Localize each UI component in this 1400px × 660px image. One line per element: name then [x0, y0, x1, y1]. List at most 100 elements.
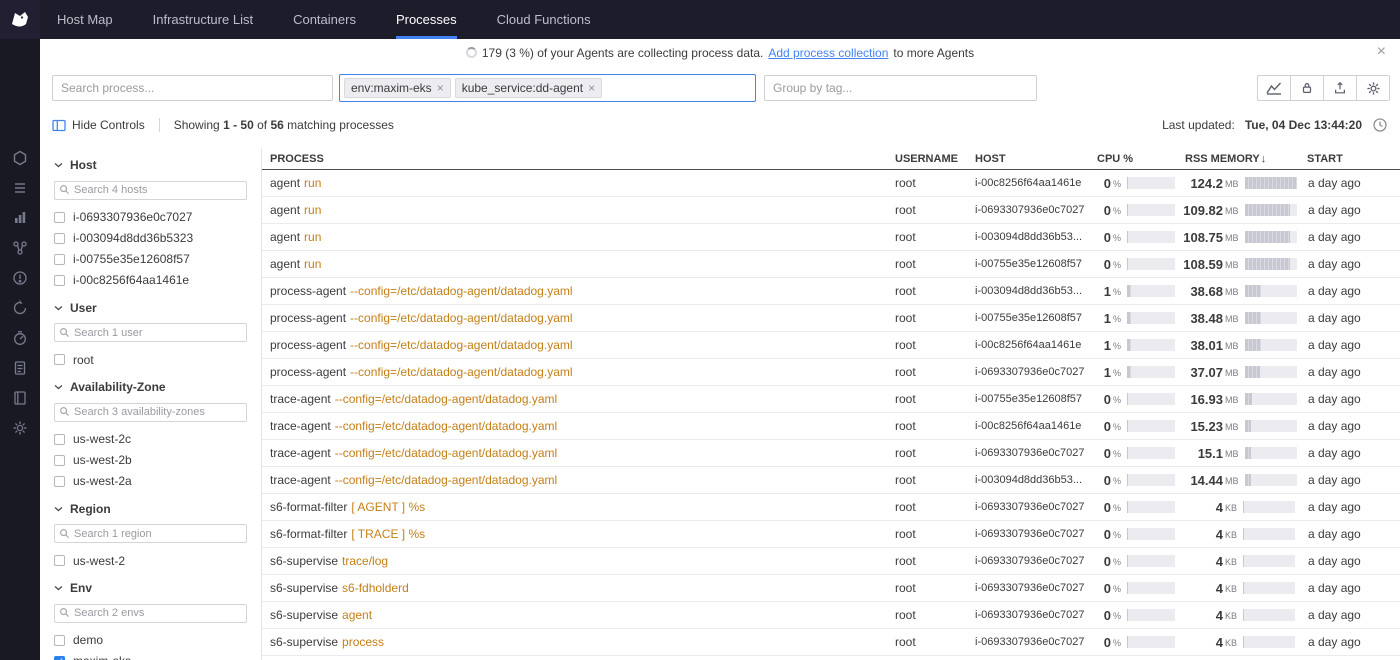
facet-search-input[interactable]: [54, 524, 247, 543]
facet-checkbox[interactable]: [54, 476, 65, 487]
column-header-start[interactable]: START: [1299, 153, 1400, 165]
column-header-host[interactable]: HOST: [967, 153, 1089, 165]
network-icon[interactable]: [12, 239, 29, 256]
facet-header[interactable]: Region: [54, 502, 247, 516]
facet-header[interactable]: User: [54, 301, 247, 315]
table-row[interactable]: s6-format-filter[ AGENT ] %s root i-0693…: [262, 494, 1400, 521]
rss-value: 15.1: [1177, 446, 1223, 461]
facet-item[interactable]: i-00c8256f64aa1461e: [54, 270, 247, 291]
table-row[interactable]: agentrun root i-0693307936e0c7027 0% 109…: [262, 197, 1400, 224]
table-row[interactable]: agentrun root i-003094d8dd36b53... 0% 10…: [262, 224, 1400, 251]
table-row[interactable]: trace-agent--config=/etc/datadog-agent/d…: [262, 440, 1400, 467]
facet-header[interactable]: Env: [54, 581, 247, 595]
hide-controls-button[interactable]: Hide Controls: [52, 118, 145, 132]
facet-checkbox[interactable]: [54, 233, 65, 244]
settings-button[interactable]: [1356, 75, 1390, 101]
column-header-cpu[interactable]: CPU %: [1089, 153, 1177, 165]
process-command: s6-format-filter: [270, 500, 347, 514]
facet-header[interactable]: Host: [54, 158, 247, 172]
facet-item-label: root: [73, 353, 94, 367]
table-row[interactable]: trace-agent--config=/etc/datadog-agent/d…: [262, 413, 1400, 440]
facet-search-input[interactable]: [54, 403, 247, 422]
facet-item[interactable]: i-003094d8dd36b5323: [54, 228, 247, 249]
monitors-icon[interactable]: [12, 269, 29, 286]
datadog-logo[interactable]: [0, 0, 40, 39]
facet-item[interactable]: us-west-2c: [54, 429, 247, 450]
table-row[interactable]: process-agent--config=/etc/datadog-agent…: [262, 278, 1400, 305]
cpu-bar-fill: [1127, 555, 1128, 567]
tab-host-map[interactable]: Host Map: [57, 0, 113, 39]
table-row[interactable]: trace-agent--config=/etc/datadog-agent/d…: [262, 386, 1400, 413]
remove-tag-icon[interactable]: ×: [437, 81, 444, 95]
process-cell: agentrun: [262, 257, 887, 271]
infrastructure-list-icon[interactable]: [12, 179, 29, 196]
facet-item[interactable]: demo: [54, 630, 247, 651]
username-cell: root: [887, 230, 967, 244]
column-header-process[interactable]: PROCESS: [262, 153, 887, 165]
facet-item[interactable]: i-00755e35e12608f57: [54, 249, 247, 270]
tab-infrastructure-list[interactable]: Infrastructure List: [153, 0, 253, 39]
table-row[interactable]: trace-agent--config=/etc/datadog-agent/d…: [262, 467, 1400, 494]
group-by-tag-input[interactable]: [764, 75, 1037, 101]
facet-item[interactable]: us-west-2: [54, 550, 247, 571]
facet-checkbox[interactable]: [54, 635, 65, 646]
table-row[interactable]: agentrun root i-00c8256f64aa1461e 0% 124…: [262, 170, 1400, 197]
metrics-icon[interactable]: [12, 209, 29, 226]
synthetics-icon[interactable]: [12, 299, 29, 316]
host-cell: i-0693307936e0c7027: [967, 528, 1089, 540]
facet-item[interactable]: maxim-eks: [54, 651, 247, 660]
facet-search-input[interactable]: [54, 181, 247, 200]
cpu-value: 0: [1097, 608, 1111, 623]
facet-checkbox[interactable]: [54, 656, 65, 660]
table-row[interactable]: agentrun root i-00755e35e12608f57 0% 108…: [262, 251, 1400, 278]
facet-checkbox[interactable]: [54, 254, 65, 265]
loading-spinner-icon: [466, 47, 477, 58]
timeseries-view-button[interactable]: [1257, 75, 1291, 101]
tag-pill[interactable]: kube_service:dd-agent ×: [455, 78, 602, 98]
facet-item[interactable]: us-west-2b: [54, 450, 247, 471]
facet-checkbox[interactable]: [54, 455, 65, 466]
rss-bar: [1243, 501, 1295, 513]
table-row[interactable]: s6-format-filter[ TRACE ] %s root i-0693…: [262, 521, 1400, 548]
host-map-icon[interactable]: [12, 149, 29, 166]
cpu-bar-fill: [1127, 528, 1128, 540]
table-row[interactable]: process-agent--config=/etc/datadog-agent…: [262, 305, 1400, 332]
column-header-rss-memory[interactable]: RSS MEMORY↓: [1177, 153, 1299, 165]
tag-filter-box[interactable]: env:maxim-eks × kube_service:dd-agent ×: [339, 74, 756, 102]
logs-icon[interactable]: [12, 359, 29, 376]
facet-item[interactable]: i-0693307936e0c7027: [54, 207, 247, 228]
close-icon[interactable]: ×: [1377, 41, 1386, 63]
refresh-clock-icon[interactable]: [1372, 117, 1388, 133]
facet-section: Region us-west-2: [54, 502, 247, 572]
table-row[interactable]: process-agent--config=/etc/datadog-agent…: [262, 332, 1400, 359]
column-header-username[interactable]: USERNAME: [887, 153, 967, 165]
facet-header[interactable]: Availability-Zone: [54, 380, 247, 394]
lock-button[interactable]: [1290, 75, 1324, 101]
add-process-collection-link[interactable]: Add process collection: [768, 46, 888, 60]
facet-checkbox[interactable]: [54, 434, 65, 445]
export-button[interactable]: [1323, 75, 1357, 101]
search-icon: [59, 607, 70, 618]
tab-containers[interactable]: Containers: [293, 0, 356, 39]
facet-item[interactable]: us-west-2a: [54, 471, 247, 492]
table-row[interactable]: process-agent--config=/etc/datadog-agent…: [262, 359, 1400, 386]
table-row[interactable]: s6-supervisetrace/log root i-0693307936e…: [262, 548, 1400, 575]
tab-cloud-functions[interactable]: Cloud Functions: [497, 0, 591, 39]
tag-pill[interactable]: env:maxim-eks ×: [344, 78, 451, 98]
table-row[interactable]: s6-supervises6-fdholderd root i-06933079…: [262, 575, 1400, 602]
remove-tag-icon[interactable]: ×: [588, 81, 595, 95]
facet-checkbox[interactable]: [54, 555, 65, 566]
facet-checkbox[interactable]: [54, 212, 65, 223]
apm-icon[interactable]: [12, 329, 29, 346]
tab-processes[interactable]: Processes: [396, 0, 457, 39]
facet-checkbox[interactable]: [54, 275, 65, 286]
facet-item[interactable]: root: [54, 349, 247, 370]
settings-icon[interactable]: [12, 419, 29, 436]
facet-checkbox[interactable]: [54, 354, 65, 365]
table-row[interactable]: s6-superviseagent root i-0693307936e0c70…: [262, 602, 1400, 629]
facet-search-input[interactable]: [54, 323, 247, 342]
notebooks-icon[interactable]: [12, 389, 29, 406]
search-process-input[interactable]: [52, 75, 333, 101]
facet-search-input[interactable]: [54, 604, 247, 623]
table-row[interactable]: s6-superviseprocess root i-0693307936e0c…: [262, 629, 1400, 656]
